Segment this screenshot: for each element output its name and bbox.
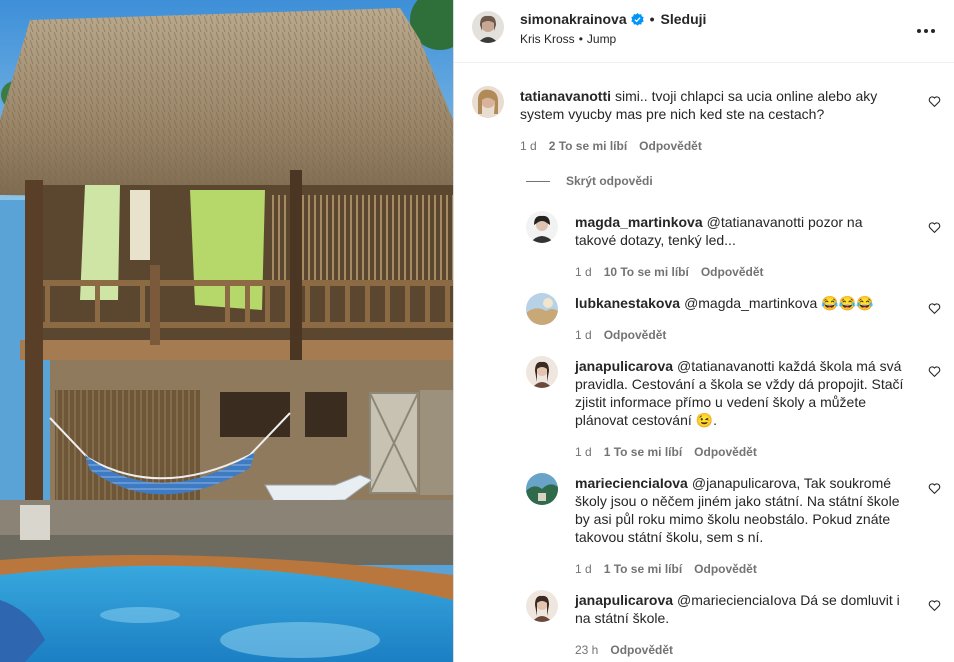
commenter-avatar[interactable] [526, 293, 558, 325]
comment-body: lubkanestakova @magda_martinkova 😂😂😂 [575, 294, 905, 312]
author-username[interactable]: simonakrainova [520, 11, 627, 27]
comments-panel: simonakrainova • Sleduji Kris Kross • Ju… [453, 0, 954, 662]
comment-username[interactable]: tatianavanotti [520, 88, 611, 104]
commenter-avatar[interactable] [472, 86, 504, 118]
comment-time[interactable]: 1 d [575, 328, 592, 342]
heart-outline-icon[interactable] [928, 302, 941, 315]
comment-time[interactable]: 23 h [575, 643, 598, 657]
author-avatar[interactable] [472, 11, 504, 43]
comment-username[interactable]: janapulicarova [575, 358, 673, 374]
comment-username[interactable]: lubkanestakova [575, 295, 680, 311]
comment-time[interactable]: 1 d [575, 445, 592, 459]
verified-badge-icon [630, 12, 644, 26]
reply-button[interactable]: Odpovědět [694, 562, 757, 576]
reply-button[interactable]: Odpovědět [639, 139, 702, 153]
comment-body: tatianavanotti simi.. tvoji chlapci sa uc… [520, 87, 900, 123]
comment-meta: 1 d 1 To se mi líbí Odpovědět [575, 562, 757, 576]
commenter-avatar[interactable] [526, 590, 558, 622]
separator-dot: • [649, 11, 655, 27]
separator-dot: • [578, 32, 583, 46]
heart-outline-icon[interactable] [928, 482, 941, 495]
comment-meta: 1 d Odpovědět [575, 328, 666, 342]
comment-text: @magda_martinkova 😂😂😂 [684, 295, 874, 311]
comment-username[interactable]: janapulicarova [575, 592, 673, 608]
follow-button[interactable]: Sleduji [661, 11, 707, 27]
reply-button[interactable]: Odpovědět [610, 643, 673, 657]
heart-outline-icon[interactable] [928, 365, 941, 378]
comment-likes[interactable]: 1 To se mi líbí [604, 562, 682, 576]
reply-button[interactable]: Odpovědět [694, 445, 757, 459]
audio-info[interactable]: Kris Kross • Jump [520, 32, 616, 46]
heart-outline-icon[interactable] [928, 95, 941, 108]
commenter-avatar[interactable] [526, 211, 558, 243]
comment-meta: 1 d 10 To se mi líbí Odpovědět [575, 265, 764, 279]
author-row: simonakrainova • Sleduji [520, 11, 706, 27]
comment-time[interactable]: 1 d [575, 265, 592, 279]
comment-meta: 23 h Odpovědět [575, 643, 673, 657]
commenter-avatar[interactable] [526, 473, 558, 505]
comment-likes[interactable]: 2 To se mi líbí [549, 139, 627, 153]
comment-body: janapulicarova @tatianavanotti každá škol… [575, 357, 910, 429]
heart-outline-icon[interactable] [928, 221, 941, 234]
post-video-frame [0, 0, 453, 662]
reply-button[interactable]: Odpovědět [604, 328, 667, 342]
post-header: simonakrainova • Sleduji Kris Kross • Ju… [454, 0, 954, 63]
commenter-avatar[interactable] [526, 356, 558, 388]
hide-replies-label: Skrýt odpovědi [566, 174, 653, 188]
comment-time[interactable]: 1 d [520, 139, 537, 153]
comment-meta: 1 d 2 To se mi líbí Odpovědět [520, 139, 702, 153]
heart-outline-icon[interactable] [928, 599, 941, 612]
post-media[interactable] [0, 0, 453, 662]
comment-likes[interactable]: 10 To se mi líbí [604, 265, 689, 279]
comment-likes[interactable]: 1 To se mi líbí [604, 445, 682, 459]
comment-meta: 1 d 1 To se mi líbí Odpovědět [575, 445, 757, 459]
audio-artist: Kris Kross [520, 32, 575, 46]
comment-body: magda_martinkova @tatianavanotti pozor na… [575, 213, 905, 249]
audio-title: Jump [586, 32, 617, 46]
hide-replies-button[interactable]: Skrýt odpovědi [526, 174, 653, 188]
divider-line [526, 180, 550, 182]
comment-time[interactable]: 1 d [575, 562, 592, 576]
reply-button[interactable]: Odpovědět [701, 265, 764, 279]
comment-username[interactable]: magda_martinkova [575, 214, 703, 230]
comment-username[interactable]: mariecienciaIova [575, 475, 688, 491]
more-options-icon[interactable] [915, 20, 937, 42]
comment-body: mariecienciaIova @janapulicarova, Tak sou… [575, 474, 910, 546]
comment-body: janapulicarova @mariecienciaIova Dá se do… [575, 591, 910, 627]
